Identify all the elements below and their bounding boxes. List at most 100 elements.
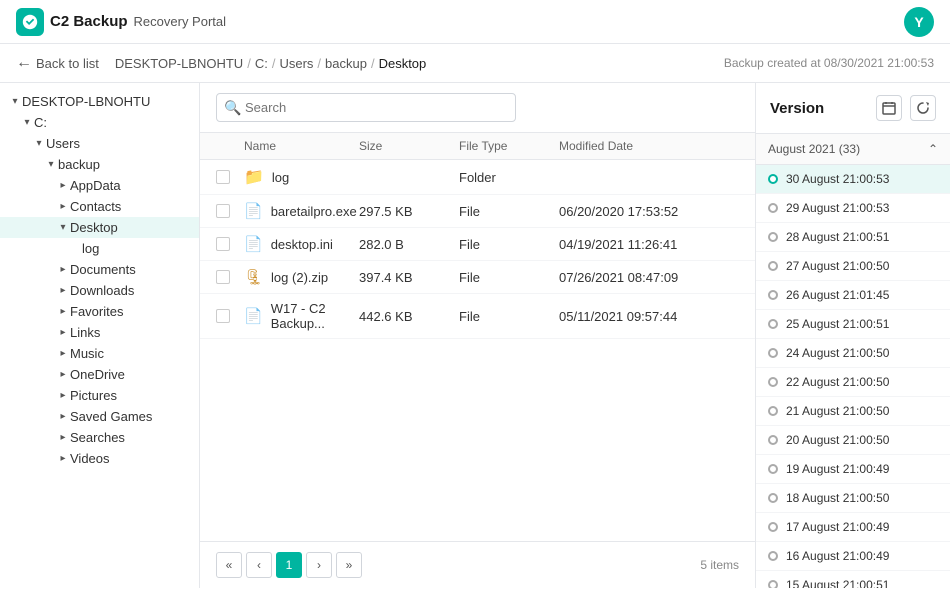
version-item[interactable]: 25 August 21:00:51 <box>756 310 950 339</box>
calendar-icon <box>882 101 896 115</box>
sidebar-item-c:[interactable]: ▾C: <box>0 112 199 133</box>
sidebar-item-favorites[interactable]: ▸Favorites <box>0 301 199 322</box>
sidebar-item-downloads[interactable]: ▸Downloads <box>0 280 199 301</box>
version-item[interactable]: 24 August 21:00:50 <box>756 339 950 368</box>
sidebar-item-label: Videos <box>70 451 199 466</box>
sidebar-item-label: Pictures <box>70 388 199 403</box>
search-input-wrap: 🔍 <box>216 93 516 122</box>
col-name: Name <box>244 139 359 153</box>
version-dot <box>768 203 778 213</box>
file-modified: 05/11/2021 09:57:44 <box>559 309 739 324</box>
sidebar-item-log[interactable]: log <box>0 238 199 259</box>
sidebar-item-label: Contacts <box>70 199 199 214</box>
sidebar-item-users[interactable]: ▾Users <box>0 133 199 154</box>
row-checkbox[interactable] <box>216 237 230 251</box>
file-name: log (2).zip <box>271 270 328 285</box>
search-bar: 🔍 <box>200 83 755 133</box>
file-name: W17 - C2 Backup... <box>271 301 359 331</box>
version-label: 20 August 21:00:50 <box>786 433 889 447</box>
file-modified: 06/20/2020 17:53:52 <box>559 204 739 219</box>
version-item[interactable]: 22 August 21:00:50 <box>756 368 950 397</box>
version-calendar-button[interactable] <box>876 95 902 121</box>
version-item[interactable]: 15 August 21:00:51 <box>756 571 950 588</box>
version-item[interactable]: 19 August 21:00:49 <box>756 455 950 484</box>
logo-svg <box>21 13 39 31</box>
version-item[interactable]: 30 August 21:00:53 <box>756 165 950 194</box>
sidebar-item-label: Saved Games <box>70 409 199 424</box>
file-type: File <box>459 204 559 219</box>
file-name-cell: 📄desktop.ini <box>244 235 359 253</box>
back-to-list-button[interactable]: ← Back to list <box>16 54 99 72</box>
version-panel: Version Augu <box>755 83 950 588</box>
version-dot <box>768 464 778 474</box>
page-prev-button[interactable]: ‹ <box>246 552 272 578</box>
breadcrumb-current: Desktop <box>379 56 427 71</box>
sidebar-item-videos[interactable]: ▸Videos <box>0 448 199 469</box>
sidebar-item-documents[interactable]: ▸Documents <box>0 259 199 280</box>
version-label: 17 August 21:00:49 <box>786 520 889 534</box>
sidebar-item-pictures[interactable]: ▸Pictures <box>0 385 199 406</box>
sidebar-item-desktop[interactable]: ▾Desktop <box>0 217 199 238</box>
version-item[interactable]: 29 August 21:00:53 <box>756 194 950 223</box>
sidebar-item-appdata[interactable]: ▸AppData <box>0 175 199 196</box>
version-item[interactable]: 21 August 21:00:50 <box>756 397 950 426</box>
file-icon: 📄 <box>244 235 263 253</box>
sidebar-item-onedrive[interactable]: ▸OneDrive <box>0 364 199 385</box>
page-next-button[interactable]: › <box>306 552 332 578</box>
table-row[interactable]: 🗜log (2).zip397.4 KBFile07/26/2021 08:47… <box>200 261 755 294</box>
version-dot <box>768 174 778 184</box>
version-item[interactable]: 18 August 21:00:50 <box>756 484 950 513</box>
table-row[interactable]: 📄W17 - C2 Backup...442.6 KBFile05/11/202… <box>200 294 755 339</box>
version-item[interactable]: 16 August 21:00:49 <box>756 542 950 571</box>
page-first-button[interactable]: « <box>216 552 242 578</box>
row-checkbox[interactable] <box>216 309 230 323</box>
page-last-button[interactable]: » <box>336 552 362 578</box>
file-modified: 04/19/2021 11:26:41 <box>559 237 739 252</box>
file-tree: ▾DESKTOP-LBNOHTU▾C:▾Users▾backup▸AppData… <box>0 91 199 469</box>
sidebar-item-backup[interactable]: ▾backup <box>0 154 199 175</box>
pdf-icon: 📄 <box>244 307 263 325</box>
toggle-icon: ▸ <box>56 411 70 422</box>
folder-icon: 📁 <box>244 167 264 187</box>
row-checkbox[interactable] <box>216 204 230 218</box>
page-1-button[interactable]: 1 <box>276 552 302 578</box>
version-label: 27 August 21:00:50 <box>786 259 889 273</box>
version-label: 25 August 21:00:51 <box>786 317 889 331</box>
sep3: / <box>317 56 321 71</box>
version-month-header[interactable]: August 2021 (33) ⌃ <box>756 134 950 165</box>
version-collapse-icon: ⌃ <box>928 142 938 156</box>
file-size: 297.5 KB <box>359 204 459 219</box>
version-refresh-button[interactable] <box>910 95 936 121</box>
sidebar-item-label: Desktop <box>70 220 199 235</box>
file-name-cell: 📄 W17 - C2 Backup... <box>244 301 359 331</box>
version-item[interactable]: 26 August 21:01:45 <box>756 281 950 310</box>
sidebar-item-desktop-lbnohtu[interactable]: ▾DESKTOP-LBNOHTU <box>0 91 199 112</box>
version-item[interactable]: 17 August 21:00:49 <box>756 513 950 542</box>
version-item[interactable]: 20 August 21:00:50 <box>756 426 950 455</box>
sidebar-item-searches[interactable]: ▸Searches <box>0 427 199 448</box>
row-checkbox[interactable] <box>216 270 230 284</box>
table-row[interactable]: 📁logFolder <box>200 160 755 195</box>
version-dot <box>768 232 778 242</box>
col-type: File Type <box>459 139 559 153</box>
toggle-icon: ▸ <box>56 348 70 359</box>
sidebar-item-label: DESKTOP-LBNOHTU <box>22 94 199 109</box>
version-title: Version <box>770 100 824 117</box>
version-month-label: August 2021 (33) <box>768 142 860 156</box>
sidebar-item-saved-games[interactable]: ▸Saved Games <box>0 406 199 427</box>
toggle-icon: ▸ <box>56 432 70 443</box>
sidebar-item-music[interactable]: ▸Music <box>0 343 199 364</box>
version-item[interactable]: 28 August 21:00:51 <box>756 223 950 252</box>
toggle-icon: ▸ <box>56 201 70 212</box>
search-input[interactable] <box>216 93 516 122</box>
sidebar-item-contacts[interactable]: ▸Contacts <box>0 196 199 217</box>
file-name-cell: 📁log <box>244 167 359 187</box>
table-row[interactable]: 📄baretailpro.exe297.5 KBFile06/20/2020 1… <box>200 195 755 228</box>
row-checkbox[interactable] <box>216 170 230 184</box>
sidebar: ▾DESKTOP-LBNOHTU▾C:▾Users▾backup▸AppData… <box>0 83 200 588</box>
table-row[interactable]: 📄desktop.ini282.0 BFile04/19/2021 11:26:… <box>200 228 755 261</box>
version-dot <box>768 261 778 271</box>
sidebar-item-links[interactable]: ▸Links <box>0 322 199 343</box>
file-icon: 📄 <box>244 202 263 220</box>
version-item[interactable]: 27 August 21:00:50 <box>756 252 950 281</box>
